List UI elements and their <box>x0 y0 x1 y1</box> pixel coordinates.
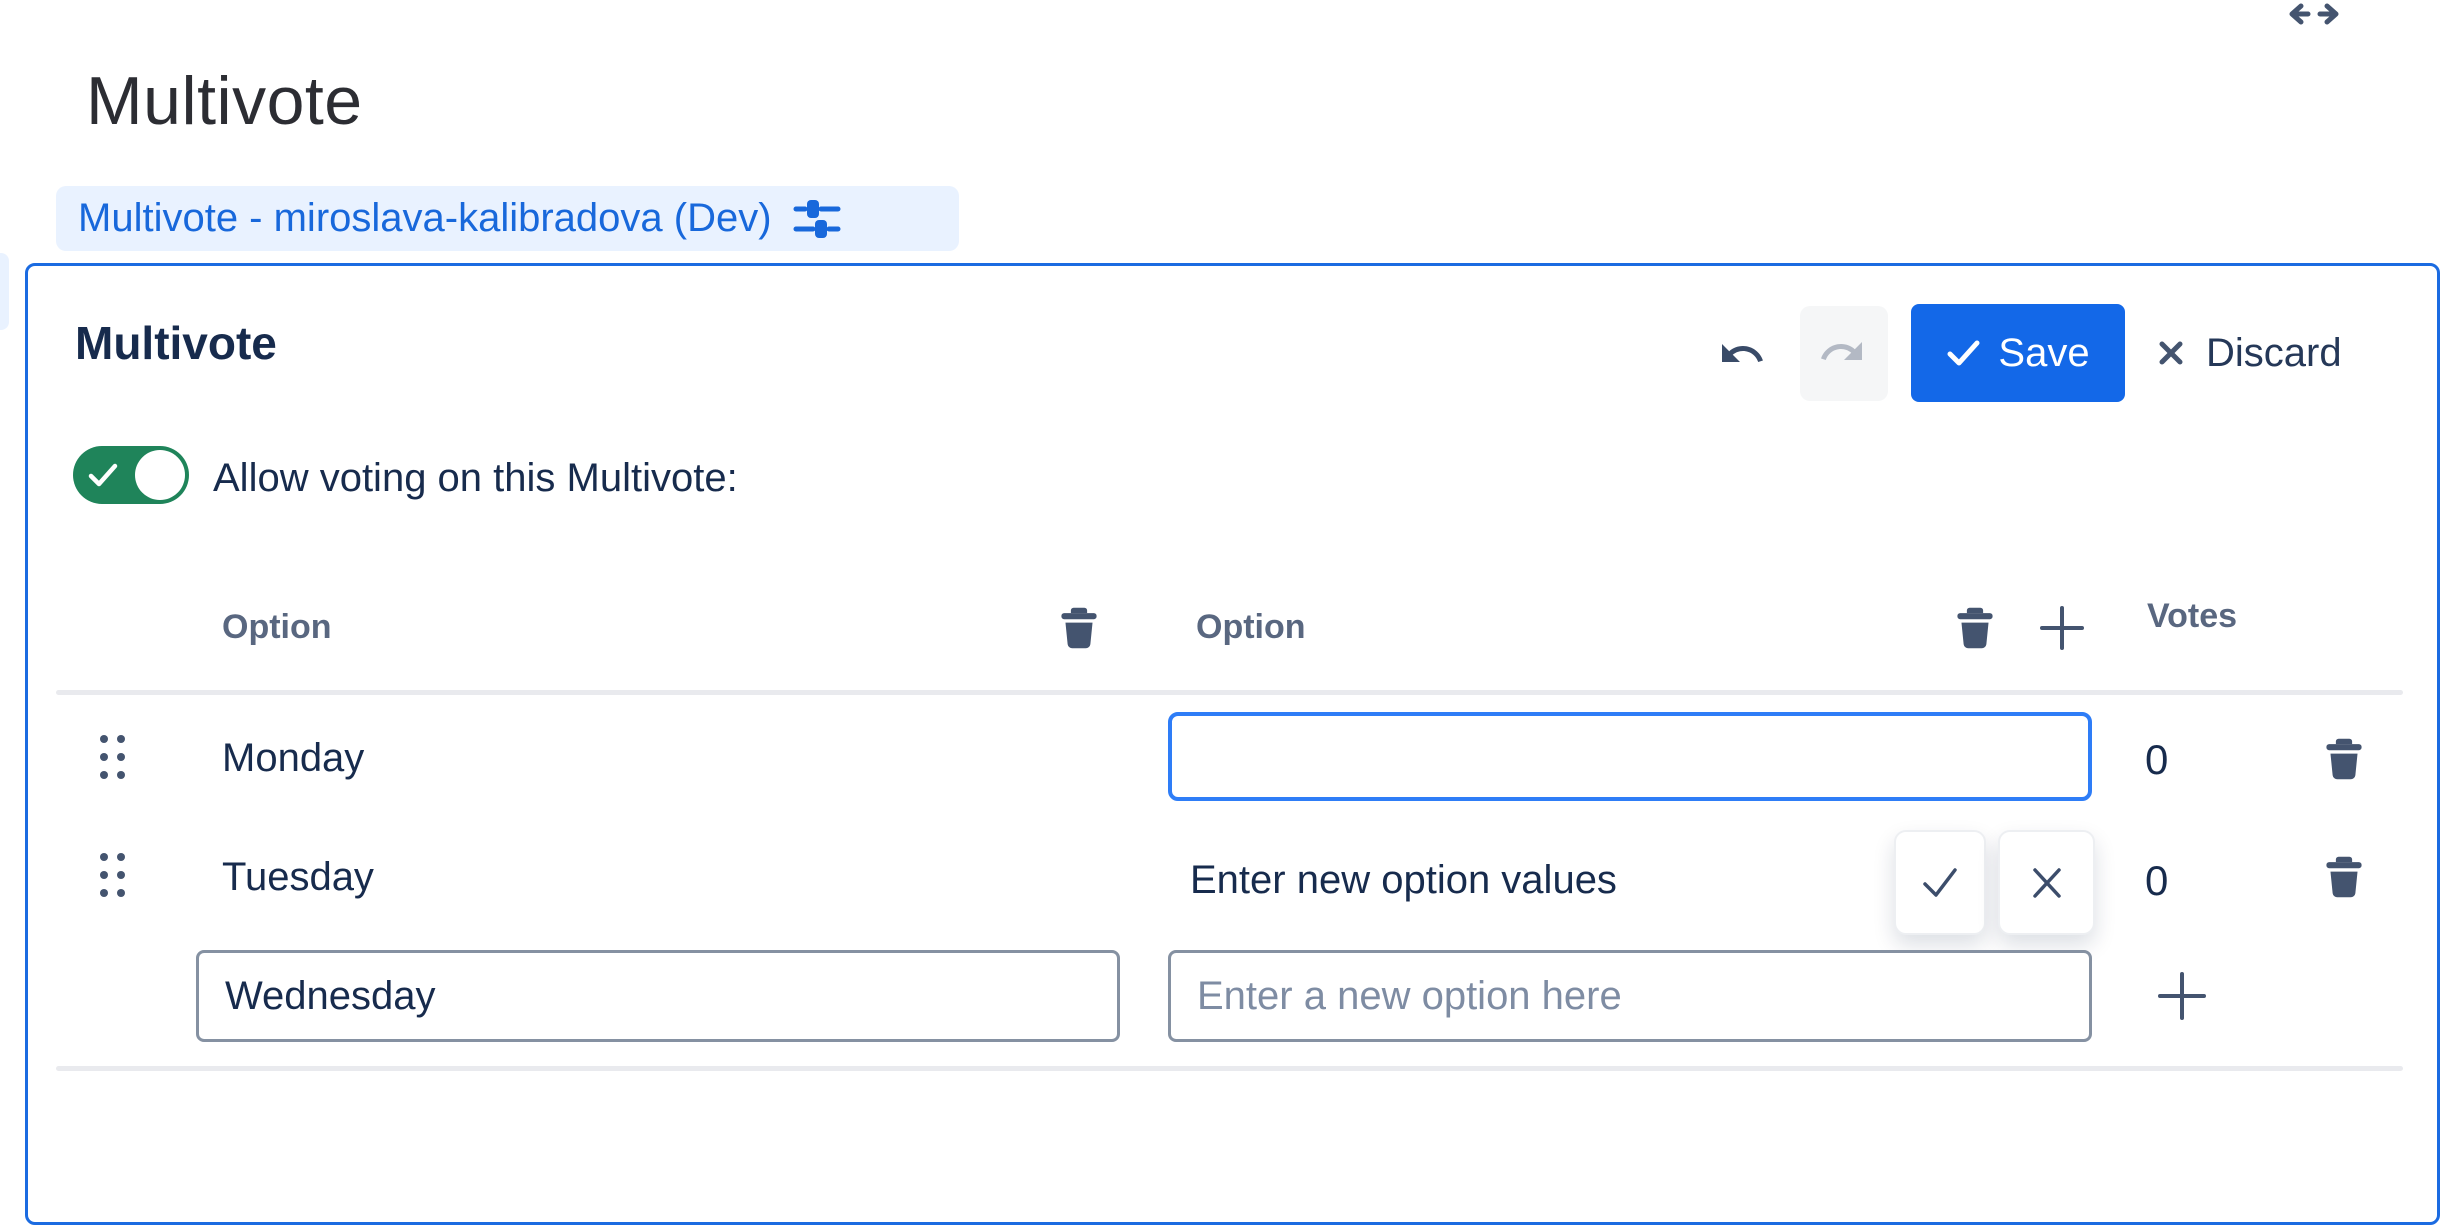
plus-icon <box>2036 600 2088 656</box>
column-header-option-right: Option <box>1196 608 1306 647</box>
delete-row-button[interactable] <box>2320 735 2368 783</box>
allow-voting-toggle[interactable] <box>73 446 189 504</box>
allow-voting-label: Allow voting on this Multivote: <box>213 456 738 501</box>
edit-hint-text: Enter new option values <box>1190 858 1617 903</box>
redo-button[interactable] <box>1800 306 1888 401</box>
toggle-knob <box>135 450 185 500</box>
add-column-button[interactable] <box>2036 600 2088 656</box>
close-icon <box>2156 338 2186 368</box>
new-option-left-input[interactable] <box>196 950 1120 1042</box>
new-option-right-input[interactable] <box>1168 950 2092 1042</box>
save-button-label: Save <box>1998 331 2089 376</box>
row-drag-handle[interactable] <box>100 853 126 901</box>
delete-column-left-button[interactable] <box>1055 604 1103 652</box>
resize-horizontal-icon[interactable] <box>2284 0 2344 45</box>
toggle-check-icon <box>85 458 121 497</box>
editor-title: Multivote <box>75 316 277 370</box>
discard-button-label: Discard <box>2206 331 2342 376</box>
column-header-option-left: Option <box>222 608 332 647</box>
check-icon <box>1917 862 1963 904</box>
discard-button[interactable]: Discard <box>2150 320 2348 386</box>
option-edit-input-focused[interactable] <box>1168 712 2092 801</box>
check-icon <box>1946 338 1982 368</box>
delete-column-right-button[interactable] <box>1951 604 1999 652</box>
macro-chip-label: Multivote - miroslava-kalibradova (Dev) <box>78 196 772 241</box>
close-icon <box>2027 861 2067 905</box>
votes-cell: 0 <box>2145 736 2168 784</box>
column-header-votes: Votes <box>2147 597 2237 636</box>
redo-arrow-icon <box>1818 328 1870 380</box>
cancel-edit-button[interactable] <box>1998 830 2095 935</box>
sliders-icon <box>792 194 842 244</box>
delete-row-button[interactable] <box>2320 853 2368 901</box>
undo-arrow-icon <box>1718 330 1770 382</box>
trash-icon <box>1057 605 1101 651</box>
confirm-edit-button[interactable] <box>1894 830 1986 935</box>
add-row-button[interactable] <box>2154 968 2210 1024</box>
votes-cell: 0 <box>2145 857 2168 905</box>
option-cell: Tuesday <box>222 855 374 900</box>
save-button[interactable]: Save <box>1911 304 2125 402</box>
option-cell: Monday <box>222 736 364 781</box>
trash-icon <box>2322 854 2366 900</box>
macro-chip[interactable]: Multivote - miroslava-kalibradova (Dev) <box>56 186 959 251</box>
trash-icon <box>1953 605 1997 651</box>
page-title: Multivote <box>86 62 363 140</box>
row-drag-handle[interactable] <box>100 735 126 783</box>
editor-gutter-handle <box>0 253 9 330</box>
plus-icon <box>2154 968 2210 1024</box>
table-divider-top <box>56 690 2403 695</box>
table-divider-bottom <box>56 1066 2403 1071</box>
undo-button[interactable] <box>1714 326 1774 386</box>
trash-icon <box>2322 736 2366 782</box>
